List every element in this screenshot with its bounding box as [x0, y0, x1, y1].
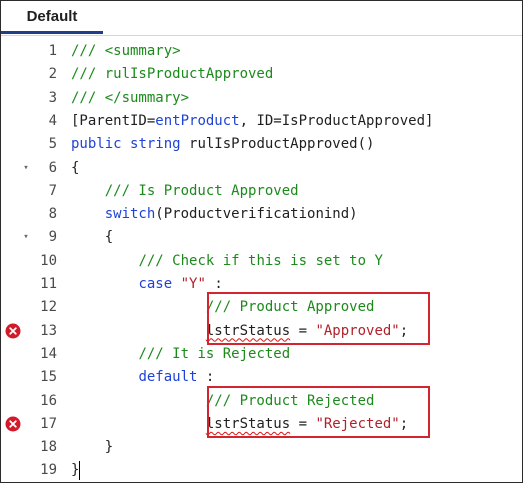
code-text: public string rulIsProductApproved()	[71, 133, 374, 156]
code-text: {	[71, 226, 113, 249]
code-line[interactable]: 18 }	[1, 436, 522, 459]
code-token: }	[104, 439, 114, 456]
line-number: 11	[40, 276, 57, 292]
line-number: 3	[48, 89, 57, 106]
code-line[interactable]: 10 /// Check if this is set to Y	[1, 250, 522, 273]
code-text: /// It is Rejected	[71, 343, 290, 366]
code-line[interactable]: 2 /// rulIsProductApproved	[1, 63, 522, 86]
error-x-icon[interactable]	[5, 416, 21, 432]
line-number: 10	[40, 252, 57, 269]
code-text: /// <summary>	[71, 40, 181, 63]
code-line[interactable]: 7 /// Is Product Approved	[1, 180, 522, 203]
code-token: (Productverificationind)	[155, 206, 358, 223]
line-number: 15	[40, 369, 57, 386]
code-token: /// It is Rejected	[138, 345, 291, 362]
line-number: 8	[48, 206, 57, 223]
code-token: :	[205, 276, 223, 292]
code-text: default :	[71, 366, 214, 389]
code-token: case	[138, 276, 173, 292]
code-token: [ParentID=	[71, 112, 156, 129]
code-line[interactable]: ▾ 6{	[1, 157, 522, 180]
code-token: /// Is Product Approved	[104, 182, 299, 199]
code-token: /// </summary>	[71, 89, 190, 106]
tab-default[interactable]: Default	[1, 1, 103, 34]
line-number: 6	[48, 159, 57, 176]
code-token: default	[138, 369, 198, 386]
code-token: , ID=IsProductApproved]	[239, 112, 434, 129]
line-number: 2	[48, 66, 57, 83]
code-token: public	[71, 136, 122, 153]
code-token: /// Check if this is set to Y	[138, 252, 383, 269]
code-text: /// Is Product Approved	[71, 180, 299, 203]
text-cursor	[79, 461, 80, 481]
editor-window: Default 1 /// <summary> 2 /// rulIsProductA…	[0, 0, 523, 483]
code-token: /// rulIsProductApproved	[71, 66, 274, 83]
code-line[interactable]: ▾ 9 {	[1, 226, 522, 249]
line-number: 13	[40, 322, 57, 339]
line-number: 18	[40, 439, 57, 456]
code-text: switch(Productverificationind)	[71, 203, 358, 226]
line-number: 7	[48, 182, 57, 199]
tab-bar: Default	[1, 1, 522, 36]
highlight-box	[207, 292, 430, 345]
line-number: 5	[48, 136, 57, 153]
code-token: string	[130, 136, 181, 153]
line-number: 14	[40, 345, 57, 362]
code-token: "Y"	[180, 276, 206, 292]
code-text: case "Y" :	[71, 273, 223, 296]
highlight-box	[207, 385, 430, 439]
code-token: {	[104, 229, 114, 246]
code-text: }	[71, 436, 113, 459]
code-token: :	[197, 369, 215, 386]
code-token: switch	[104, 206, 156, 223]
code-token: /// <summary>	[71, 43, 181, 59]
code-line[interactable]: 3 /// </summary>	[1, 87, 522, 110]
code-text: /// Check if this is set to Y	[71, 250, 383, 273]
line-number: 12	[40, 299, 57, 316]
code-token: {	[71, 159, 80, 176]
code-line[interactable]: 14 /// It is Rejected	[1, 343, 522, 366]
line-number: 9	[48, 229, 57, 246]
code-token: entProduct	[155, 112, 240, 129]
line-number: 1	[48, 43, 57, 59]
code-token: rulIsProductApproved()	[180, 136, 375, 153]
error-x-icon[interactable]	[5, 323, 21, 339]
code-text: /// rulIsProductApproved	[71, 63, 273, 86]
code-editor[interactable]: 1 /// <summary> 2 /// rulIsProductApproved 3…	[1, 37, 522, 482]
line-number: 16	[40, 392, 57, 409]
line-number: 19	[40, 462, 57, 479]
line-number: 4	[48, 112, 57, 129]
code-line[interactable]: 4 [ParentID=entProduct, ID=IsProductAppro…	[1, 110, 522, 133]
code-line[interactable]: 8 switch(Productverificationind)	[1, 203, 522, 226]
code-line[interactable]: 1 /// <summary>	[1, 40, 522, 63]
code-text: /// </summary>	[71, 87, 189, 110]
line-number: 17	[40, 415, 57, 432]
code-text: [ParentID=entProduct, ID=IsProductApprov…	[71, 110, 433, 133]
code-line[interactable]: 5 public string rulIsProductApproved()	[1, 133, 522, 156]
code-text: {	[71, 157, 79, 180]
